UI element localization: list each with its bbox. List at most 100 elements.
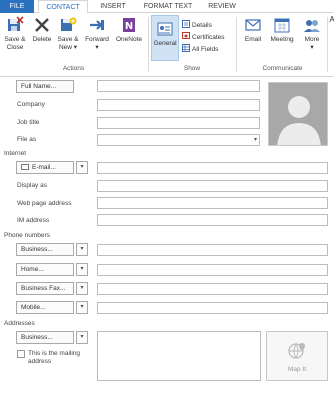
ribbon-tab-bar: FILE CONTACT INSERT FORMAT TEXT REVIEW — [0, 0, 334, 14]
full-name-button[interactable]: Full Name... — [16, 80, 74, 93]
job-title-field[interactable] — [97, 117, 260, 129]
chevron-down-icon: ▾ — [73, 44, 78, 51]
contact-photo[interactable] — [268, 82, 328, 146]
address-card-icon — [21, 164, 29, 170]
forward-icon — [90, 20, 104, 30]
im-address-label: IM address — [17, 217, 50, 224]
tab-contact[interactable]: CONTACT — [38, 0, 88, 14]
general-label: General — [153, 40, 177, 47]
phone-field-business-fax[interactable] — [97, 283, 328, 295]
group-label-communicate: Communicate — [262, 65, 303, 72]
save-close-icon — [8, 16, 24, 31]
phone-type-dropdown[interactable]: ▾ — [76, 301, 88, 314]
email-label: Email — [244, 36, 262, 43]
save-new-button[interactable]: Save & New ▾ — [56, 16, 80, 52]
more-button[interactable]: More ▾ — [299, 16, 325, 52]
ribbon: Save & Close Delete Save & New ▾ Forward… — [0, 13, 334, 77]
email-type-button[interactable]: E-mail... — [16, 161, 74, 174]
forward-label: Forward — [85, 36, 109, 43]
chevron-down-icon: ▾ — [80, 246, 84, 252]
mailing-address-label: This is the mailing address — [28, 350, 80, 366]
phone-type-button[interactable]: Business Fax... — [16, 282, 74, 295]
tab-format-text[interactable]: FORMAT TEXT — [138, 0, 198, 13]
all-fields-label: All Fields — [192, 46, 219, 53]
save-new-label-2: New — [58, 44, 72, 51]
mailing-address-label-line2: address — [28, 358, 52, 365]
certificates-button[interactable]: Certificates — [182, 32, 225, 42]
email-button[interactable]: Email — [240, 16, 266, 44]
save-close-button[interactable]: Save & Close — [2, 16, 28, 52]
onenote-icon: N — [123, 18, 135, 32]
meeting-button[interactable]: Meeting — [267, 16, 297, 44]
save-close-label-1: Save & — [4, 36, 26, 43]
more-label: More — [304, 36, 320, 43]
chevron-down-icon: ▾ — [80, 164, 84, 170]
general-button[interactable]: General — [151, 15, 179, 61]
all-fields-button[interactable]: All Fields — [182, 44, 218, 54]
delete-icon — [35, 18, 49, 32]
globe-pin-icon — [288, 343, 305, 359]
onenote-button[interactable]: N OneNote — [113, 16, 145, 44]
svg-text:N: N — [125, 21, 133, 32]
email-icon — [245, 19, 261, 31]
group-separator — [236, 17, 237, 72]
phone-type-dropdown[interactable]: ▾ — [76, 243, 88, 256]
display-as-label: Display as — [17, 182, 47, 189]
save-close-label-2: Close — [6, 44, 24, 51]
certificates-label: Certificates — [192, 34, 225, 41]
tab-insert[interactable]: INSERT — [96, 0, 130, 13]
phone-field-home[interactable] — [97, 264, 328, 276]
group-label-actions: Actions — [62, 65, 85, 72]
meeting-label: Meeting — [270, 36, 294, 43]
full-name-field[interactable] — [97, 80, 260, 92]
person-silhouette-icon — [277, 96, 321, 145]
details-button[interactable]: Details — [182, 20, 212, 30]
address-textarea[interactable] — [97, 331, 261, 381]
delete-label: Delete — [32, 36, 52, 43]
map-it-button[interactable]: Map It — [266, 331, 328, 381]
display-as-field[interactable] — [97, 180, 328, 192]
tab-file[interactable]: FILE — [0, 0, 34, 13]
details-label: Details — [192, 22, 212, 29]
chevron-down-icon: ▾ — [80, 266, 84, 272]
email-type-dropdown[interactable]: ▾ — [76, 161, 88, 174]
onenote-label: OneNote — [115, 36, 143, 43]
internet-section-label: Internet — [4, 150, 27, 157]
phone-field-mobile[interactable] — [97, 302, 328, 314]
phone-type-button[interactable]: Business... — [16, 243, 74, 256]
file-as-select[interactable]: ▾ — [97, 134, 260, 146]
chevron-down-icon: ▾ — [253, 137, 257, 143]
group-label-show: Show — [183, 65, 201, 72]
im-address-field[interactable] — [97, 214, 328, 226]
tab-review[interactable]: REVIEW — [204, 0, 240, 13]
phone-type-dropdown[interactable]: ▾ — [76, 263, 88, 276]
chevron-down-icon: ▾ — [310, 44, 314, 51]
chevron-down-icon: ▾ — [95, 44, 99, 51]
chevron-down-icon: ▾ — [80, 334, 84, 340]
phone-field-business[interactable] — [97, 244, 328, 256]
email-field[interactable] — [97, 162, 328, 174]
address-type-button[interactable]: Business... — [16, 331, 74, 344]
forward-button[interactable]: Forward ▾ — [82, 16, 112, 52]
phone-type-button[interactable]: Home... — [16, 263, 74, 276]
phone-section-label: Phone numbers — [4, 232, 50, 239]
company-field[interactable] — [97, 99, 260, 111]
phone-type-button[interactable]: Mobile... — [16, 301, 74, 314]
chevron-down-icon: ▾ — [80, 285, 84, 291]
address-type-dropdown[interactable]: ▾ — [76, 331, 88, 344]
mailing-address-checkbox[interactable] — [17, 350, 25, 358]
mailing-address-label-line1: This is the mailing — [28, 350, 81, 357]
delete-button[interactable]: Delete — [30, 16, 54, 44]
general-icon — [157, 22, 173, 36]
web-page-label: Web page address — [17, 200, 72, 207]
group-separator — [327, 17, 328, 72]
phone-type-dropdown[interactable]: ▾ — [76, 282, 88, 295]
addresses-section-label: Addresses — [4, 320, 35, 327]
more-icon — [304, 20, 320, 32]
calendar-icon — [274, 18, 290, 33]
file-as-label: File as — [17, 136, 37, 143]
details-icon — [182, 20, 190, 28]
ribbon-overflow[interactable]: A — [329, 16, 334, 24]
chevron-down-icon: ▾ — [80, 304, 84, 310]
web-page-field[interactable] — [97, 197, 328, 209]
